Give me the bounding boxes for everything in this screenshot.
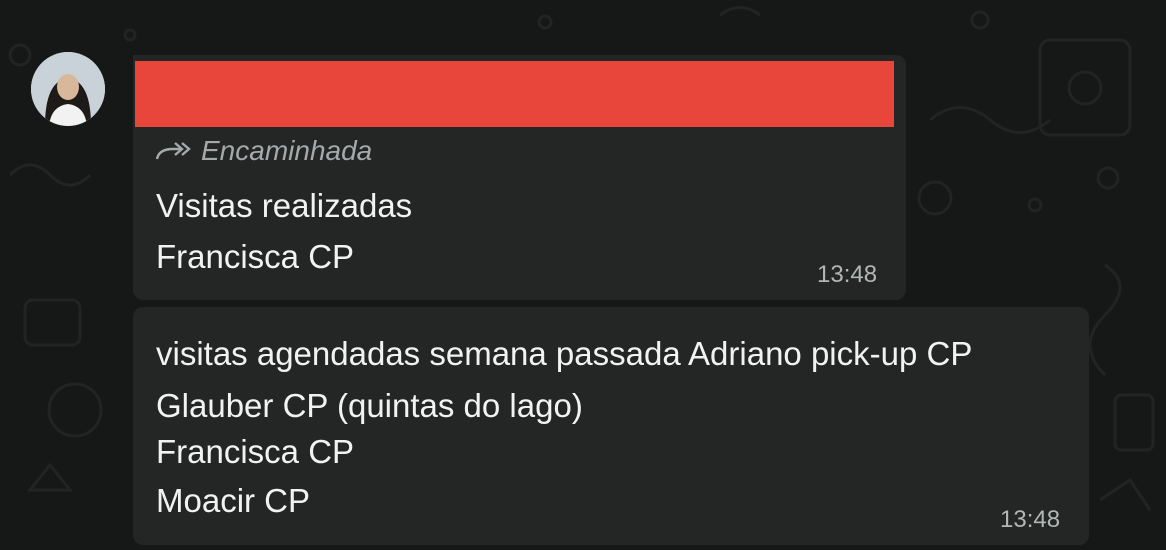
contact-avatar[interactable] (31, 52, 105, 126)
message-timestamp: 13:48 (1000, 506, 1061, 533)
message-text-line: Francisca CP (156, 238, 355, 275)
message-timestamp: 13:48 (817, 261, 878, 288)
redacted-sender-name (135, 61, 894, 127)
forward-arrow-icon (155, 142, 191, 160)
message-text-line: Visitas realizadas (156, 187, 413, 224)
message-bubble-forwarded[interactable]: Encaminhada Visitas realizadas Francisca… (133, 55, 906, 300)
message-text-line: Francisca CP (156, 433, 355, 470)
forwarded-label: Encaminhada (201, 135, 373, 166)
user-avatar-icon (31, 52, 105, 126)
message-bubble[interactable]: visitas agendadas semana passada Adriano… (133, 307, 1089, 545)
message-text-line: Moacir CP (156, 482, 311, 519)
message-text-line: Glauber CP (quintas do lago) (156, 387, 583, 424)
message-text-line: visitas agendadas semana passada Adriano… (156, 335, 973, 372)
forwarded-indicator: Encaminhada (155, 135, 372, 167)
